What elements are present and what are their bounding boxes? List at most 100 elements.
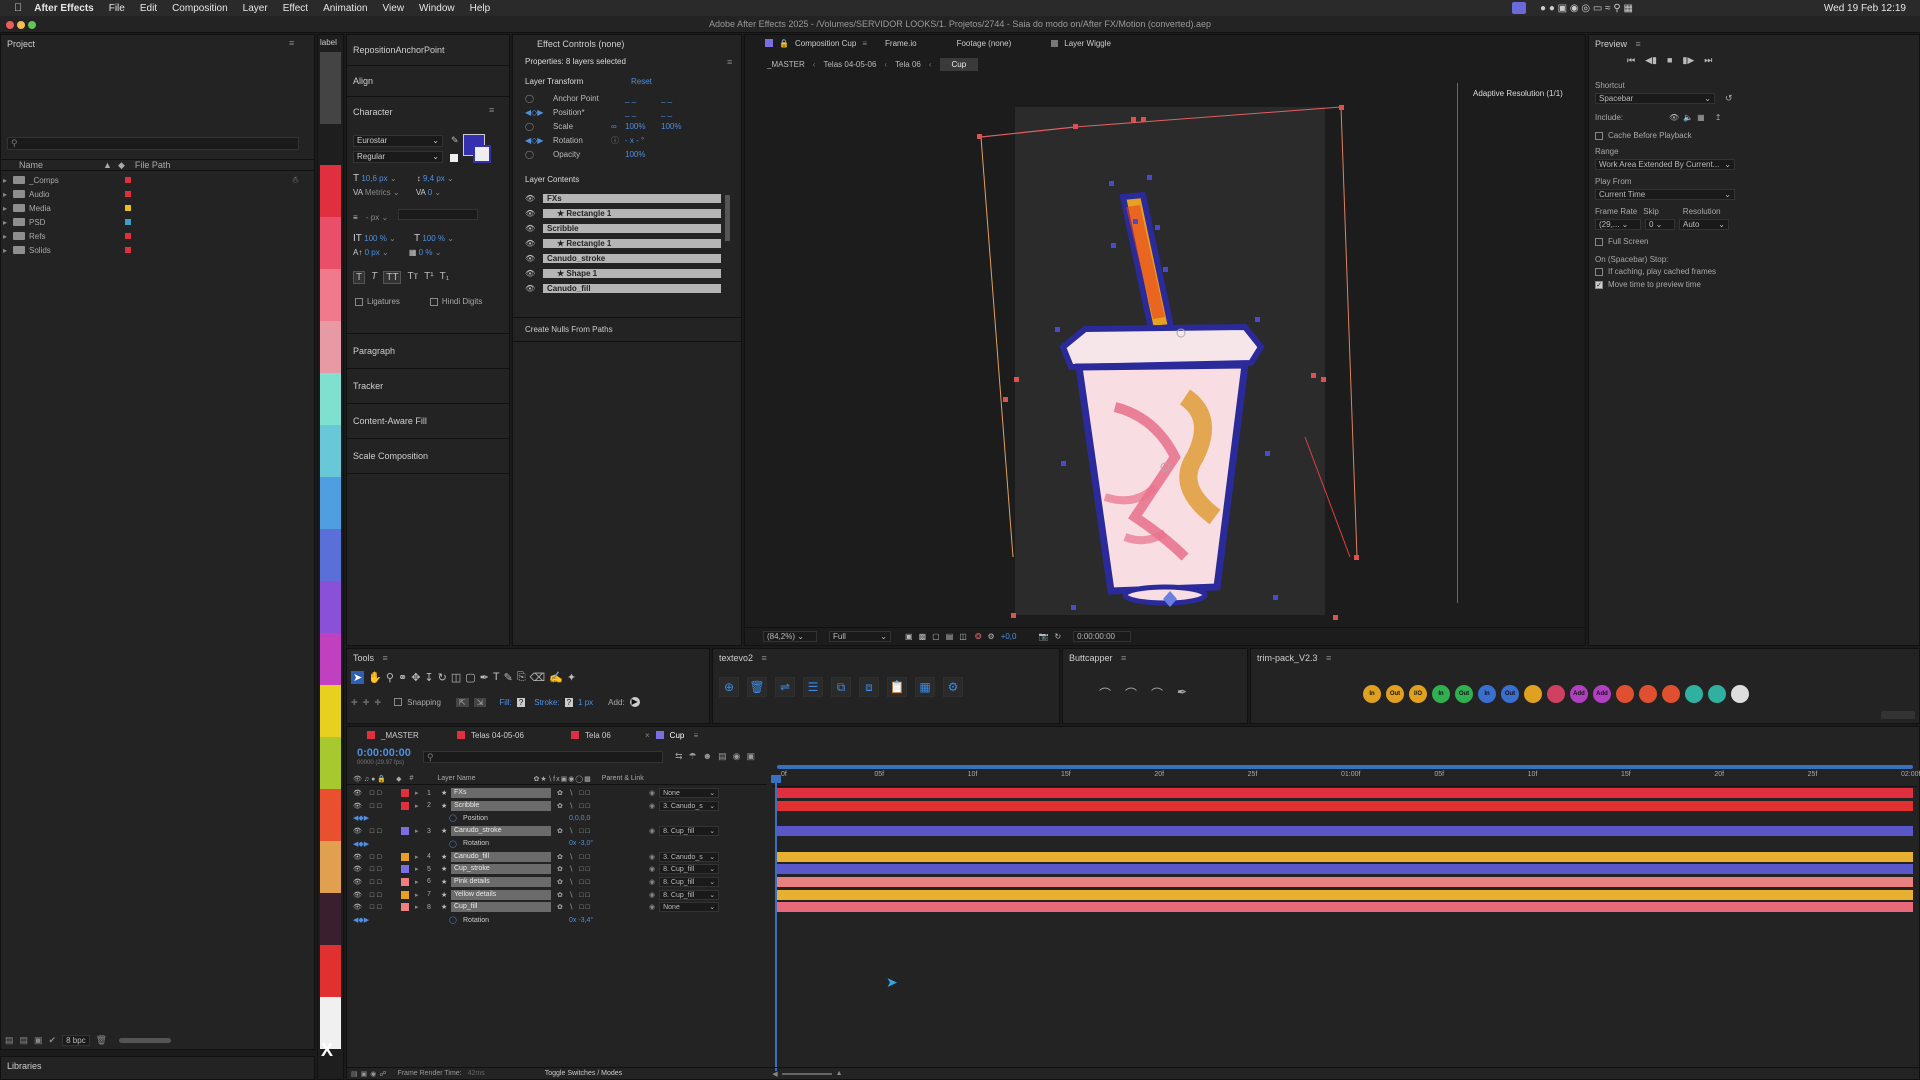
layer-switches-icon[interactable]: ✿ ∖ □□ [557, 865, 649, 873]
av-switches-icon[interactable]: 👁 □□ [353, 789, 397, 797]
timeline-zoom-slider[interactable] [781, 1072, 832, 1075]
pickwhip-icon[interactable]: ◉ [649, 903, 655, 911]
contents-item[interactable]: Scribble [543, 224, 721, 233]
layer-name[interactable]: FXs [451, 788, 551, 798]
expand-icon[interactable]: ▸ [3, 246, 13, 255]
layer-label-swatch[interactable] [401, 852, 409, 861]
av-switches-icon[interactable]: 👁 □□ [353, 827, 397, 835]
breadcrumb-telas[interactable]: Telas 04-05-06 [823, 60, 876, 69]
character-menu-icon[interactable]: ≡ [489, 105, 494, 115]
snap-option-icon[interactable]: ⇱ [455, 697, 469, 707]
tsume-field[interactable]: 0 % [419, 248, 433, 257]
keyframe-nav-icon[interactable]: ◀◆▶ [353, 840, 439, 848]
work-area-bar[interactable] [777, 765, 1913, 769]
panel-menu-icon[interactable]: ≡ [289, 38, 294, 48]
trim-button[interactable] [1731, 685, 1749, 703]
comp-viewport[interactable] [745, 77, 1585, 625]
first-frame-icon[interactable]: ⏮ [1627, 55, 1635, 66]
lock-icon[interactable]: 🔒 [779, 39, 789, 48]
transparency-grid-icon[interactable]: ▩ [919, 632, 927, 641]
new-folder-icon[interactable]: ▤ [20, 1035, 29, 1046]
label-color-swatch[interactable] [320, 217, 341, 269]
twirl-icon[interactable]: ▸ [415, 827, 427, 835]
menu-view[interactable]: View [383, 3, 405, 14]
breadcrumb-tela06[interactable]: Tela 06 [895, 60, 921, 69]
zoom-tool-icon[interactable]: ⚲ [386, 671, 394, 684]
shy-icon[interactable]: ☻ [703, 751, 712, 762]
layer-label-swatch[interactable] [401, 890, 409, 899]
label-swatch[interactable] [125, 205, 131, 211]
layer-switches-icon[interactable]: ✿ ∖ □□ [557, 802, 649, 810]
label-color-swatch[interactable] [320, 945, 341, 997]
font-size-field[interactable]: 10,6 px [361, 174, 387, 183]
layer-switches-icon[interactable]: ✿ ∖ □□ [557, 853, 649, 861]
include-video-icon[interactable]: 👁 [1669, 113, 1679, 122]
label-color-swatch[interactable] [320, 373, 341, 425]
parent-select[interactable]: None ⌄ [659, 788, 720, 798]
pen-tool-icon[interactable]: ✒ [480, 671, 489, 684]
breadcrumb-cup[interactable]: Cup [939, 57, 979, 71]
av-switches-icon[interactable]: 👁 □□ [353, 853, 397, 861]
pickwhip-icon[interactable]: ◉ [649, 853, 655, 861]
shortcut-select[interactable]: Spacebar ⌄ [1595, 93, 1715, 104]
ligatures-checkbox[interactable] [355, 297, 363, 306]
keyframe-nav-icon[interactable]: ◀◆▶ [353, 814, 439, 822]
label-color-swatch[interactable] [320, 477, 341, 529]
butt-cap-icon[interactable]: ⌒ [1099, 685, 1111, 702]
layer-switches-icon[interactable]: ✿ ∖ □□ [557, 827, 649, 835]
visibility-eye-icon[interactable]: 👁 [525, 224, 543, 233]
link-icon[interactable]: ∞ [611, 122, 625, 131]
round-cap-icon[interactable]: ⌒ [1125, 685, 1137, 702]
contents-item[interactable]: ★ Shape 1 [543, 269, 721, 278]
rectangle-tool-icon[interactable]: ▢ [465, 671, 475, 684]
stroke-color-swatch[interactable] [473, 145, 491, 163]
layer-row[interactable]: 👁 □□ ▸ 2 ★ Scribble ✿ ∖ □□ ◉ 3. Canudo_s ⌄ [347, 800, 767, 812]
frame-rate-select[interactable]: (29,... ⌄ [1595, 219, 1641, 230]
timeline-tab-tela06[interactable]: Tela 06 [585, 731, 645, 740]
label-color-swatch[interactable] [320, 321, 341, 373]
pickwhip-icon[interactable]: ◉ [649, 789, 655, 797]
stroke-pen-icon[interactable]: ✒ [1177, 685, 1187, 702]
rotation-tool-icon[interactable]: ↻ [438, 671, 447, 684]
parent-link-header[interactable]: Parent & Link [602, 775, 644, 782]
baseline-field[interactable]: 0 px [365, 248, 380, 257]
property-row[interactable]: ◀◆▶ ◯ Rotation 0x -3,0° [347, 838, 767, 850]
all-caps-button[interactable]: TT [383, 271, 402, 284]
project-item[interactable]: ▸ PSD [3, 215, 309, 229]
contents-item[interactable]: Canudo_fill [543, 284, 721, 293]
trim-button[interactable]: In [1478, 685, 1496, 703]
label-color-swatch[interactable] [320, 165, 341, 217]
content-aware-fill-item[interactable]: Content-Aware Fill [347, 410, 509, 432]
reset-shortcut-icon[interactable]: ↺ [1725, 93, 1733, 104]
layer-duration-bar[interactable] [777, 851, 1913, 862]
twirl-icon[interactable]: ▸ [415, 853, 427, 861]
previous-frame-icon[interactable]: ◀▮ [1645, 55, 1657, 66]
font-family-select[interactable]: Eurostar ⌄ [353, 135, 443, 147]
contents-item[interactable]: Canudo_stroke [543, 254, 721, 263]
kerning-field[interactable]: Metrics [365, 188, 391, 197]
comp-flowchart-icon[interactable]: ⇆ [675, 751, 683, 762]
twirl-icon[interactable]: ▸ [415, 865, 427, 873]
timeline-menu-icon[interactable]: ≡ [694, 731, 699, 740]
menu-animation[interactable]: Animation [323, 3, 367, 14]
stopwatch-icon[interactable]: ◯ [449, 916, 463, 924]
zoom-window-icon[interactable] [28, 21, 36, 29]
export-icon[interactable]: ↥ [1715, 113, 1722, 122]
layer-name[interactable]: Canudo_fill [451, 851, 551, 862]
include-audio-icon[interactable]: 🔈 [1683, 113, 1693, 122]
column-filepath[interactable]: File Path [135, 160, 171, 170]
layer-duration-bar[interactable] [777, 826, 1913, 837]
sort-icon[interactable]: ▲ [103, 160, 112, 170]
expand-icon[interactable]: ▸ [3, 190, 13, 199]
trim-button[interactable]: Add [1593, 685, 1611, 703]
stopwatch-icon[interactable]: ◯ [525, 150, 553, 159]
playhead-handle[interactable] [771, 775, 781, 783]
anchor-x-field[interactable]: _ _ [625, 94, 661, 103]
stopwatch-icon[interactable]: ◯ [449, 814, 463, 822]
effect-controls-tab[interactable]: Effect Controls (none) [513, 35, 741, 53]
layer-duration-bar[interactable] [777, 902, 1913, 913]
thumbnail-slider[interactable] [119, 1038, 172, 1043]
layer-switches-icon[interactable]: ✿ ∖ □□ [557, 789, 649, 797]
grid-icon[interactable]: ▦ [915, 677, 935, 697]
snap-edges-icon[interactable]: ⇲ [473, 697, 487, 707]
